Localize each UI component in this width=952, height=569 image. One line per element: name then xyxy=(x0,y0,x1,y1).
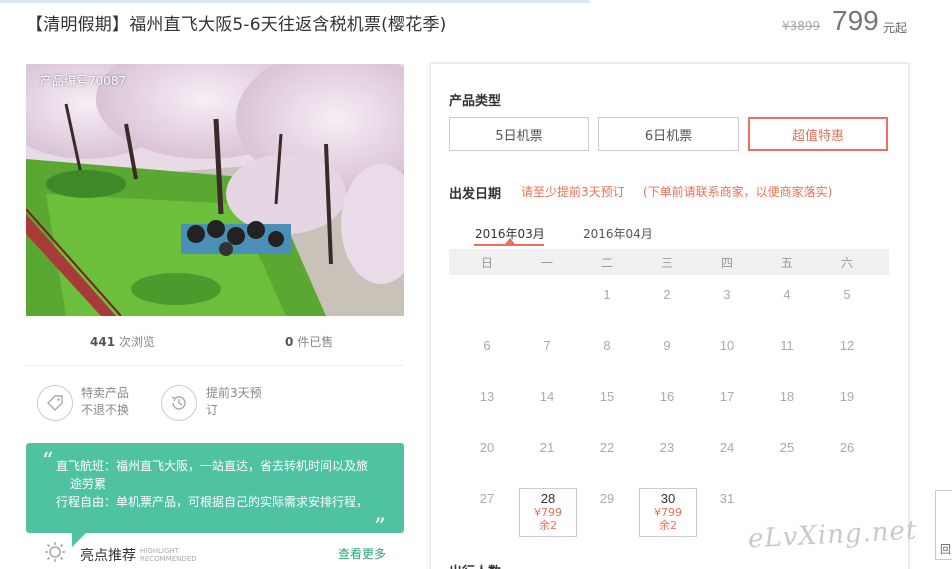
cherry-blossom-scene xyxy=(26,64,404,316)
weekday-sun: 日 xyxy=(480,256,493,270)
highlight-line-2: 途劳累 xyxy=(70,477,107,491)
calendar-day: 14 xyxy=(539,389,555,404)
calendar-day: 15 xyxy=(599,389,615,404)
weekday-thu: 四 xyxy=(720,256,733,270)
recommend-title: 亮点推荐 xyxy=(80,548,136,564)
tab-month-april[interactable]: 2016年04月 xyxy=(583,225,653,242)
feature-book-ahead: 提前3天预 订 xyxy=(206,386,262,417)
calendar-day-available[interactable]: 30 ¥799 余2 xyxy=(639,488,697,537)
recommend-subtitle: HIGHLIGHT RECOMMENDED xyxy=(140,547,197,563)
product-code: 产品编号70087 xyxy=(40,74,127,88)
clock-icon xyxy=(161,385,197,421)
calendar-day: 10 xyxy=(719,338,735,353)
calendar-day: 17 xyxy=(719,389,735,404)
calendar-day: 29 xyxy=(599,491,615,506)
day-remaining: 余2 xyxy=(659,519,677,532)
sold-stat: 0 件已售 xyxy=(285,333,333,350)
calendar-day: 27 xyxy=(479,491,495,506)
contact-notice: (下单前请联系商家，以便商家落实) xyxy=(643,185,833,199)
view-more-link[interactable]: 查看更多 xyxy=(338,545,386,562)
type-6day-button[interactable]: 6日机票 xyxy=(598,117,739,151)
close-quote: „ xyxy=(374,501,386,526)
original-price: ¥3899 xyxy=(782,19,821,33)
type-5day-button[interactable]: 5日机票 xyxy=(449,117,589,151)
open-quote: “ xyxy=(42,449,54,474)
back-to-top-tab[interactable]: 回 xyxy=(935,490,952,560)
highlight-line-1: 直飞航班：福州直飞大阪，一站直达，省去转机时间以及旅 xyxy=(56,459,369,473)
calendar-day: 5 xyxy=(843,287,851,302)
calendar-day: 2 xyxy=(663,287,671,302)
advance-notice: 请至少提前3天预订 xyxy=(521,185,625,199)
product-photo[interactable]: 产品编号70087 xyxy=(26,64,404,316)
calendar-day: 25 xyxy=(779,440,795,455)
stats-divider xyxy=(26,365,404,366)
views-label: 次浏览 xyxy=(118,335,155,349)
highlight-box: “ 直飞航班：福州直飞大阪，一站直达，省去转机时间以及旅 途劳累 行程自由：单机… xyxy=(26,443,404,533)
calendar-day: 31 xyxy=(719,491,735,506)
caret-up-icon xyxy=(505,238,515,244)
calendar-day: 20 xyxy=(479,440,495,455)
travelers-label: 出行人数 xyxy=(449,561,501,569)
calendar-day: 8 xyxy=(603,338,611,353)
views-count: 441 xyxy=(90,335,116,349)
product-title: 【清明假期】福州直飞大阪5-6天往返含税机票(樱花季) xyxy=(26,15,447,35)
calendar-day: 13 xyxy=(479,389,495,404)
product-type-label: 产品类型 xyxy=(449,94,502,109)
sold-label: 件已售 xyxy=(297,335,334,349)
views-stat: 441 次浏览 xyxy=(90,333,155,350)
price-unit: 元起 xyxy=(883,21,908,35)
weekday-tue: 二 xyxy=(600,256,613,270)
departure-date-label: 出发日期 xyxy=(449,187,502,202)
sale-price: 799 xyxy=(832,5,879,36)
calendar-day: 22 xyxy=(599,440,615,455)
calendar-day-available[interactable]: 28 ¥799 余2 xyxy=(519,488,577,537)
top-strip xyxy=(0,0,590,3)
calendar-day: 24 xyxy=(719,440,735,455)
calendar-day: 4 xyxy=(783,287,791,302)
calendar-day: 3 xyxy=(723,287,731,302)
calendar-day: 11 xyxy=(780,338,794,353)
day-price: ¥799 xyxy=(654,506,682,519)
day-price: ¥799 xyxy=(534,506,562,519)
calendar-day: 21 xyxy=(539,440,555,455)
calendar-day: 16 xyxy=(659,389,675,404)
calendar-day: 1 xyxy=(603,287,611,302)
active-month-underline xyxy=(474,244,544,246)
sold-count: 0 xyxy=(285,335,294,349)
calendar-day: 19 xyxy=(839,389,855,404)
weekday-mon: 一 xyxy=(540,256,553,270)
calendar-day: 23 xyxy=(659,440,675,455)
calendar-day: 26 xyxy=(839,440,855,455)
calendar-day: 18 xyxy=(779,389,795,404)
calendar-day: 6 xyxy=(483,338,491,353)
tag-icon xyxy=(37,385,73,421)
sun-icon xyxy=(45,542,65,562)
type-special-button[interactable]: 超值特惠 xyxy=(748,117,888,151)
weekday-fri: 五 xyxy=(780,256,793,270)
calendar-day: 9 xyxy=(663,338,671,353)
feature-special-sale: 特卖产品 不退不换 xyxy=(81,386,130,417)
weekday-sat: 六 xyxy=(840,256,853,270)
calendar-day: 12 xyxy=(839,338,855,353)
weekday-wed: 三 xyxy=(660,256,673,270)
highlight-line-3: 行程自由：单机票产品，可根据自己的实际需求安排行程， xyxy=(56,495,369,509)
day-remaining: 余2 xyxy=(539,519,557,532)
calendar-day: 7 xyxy=(543,338,551,353)
